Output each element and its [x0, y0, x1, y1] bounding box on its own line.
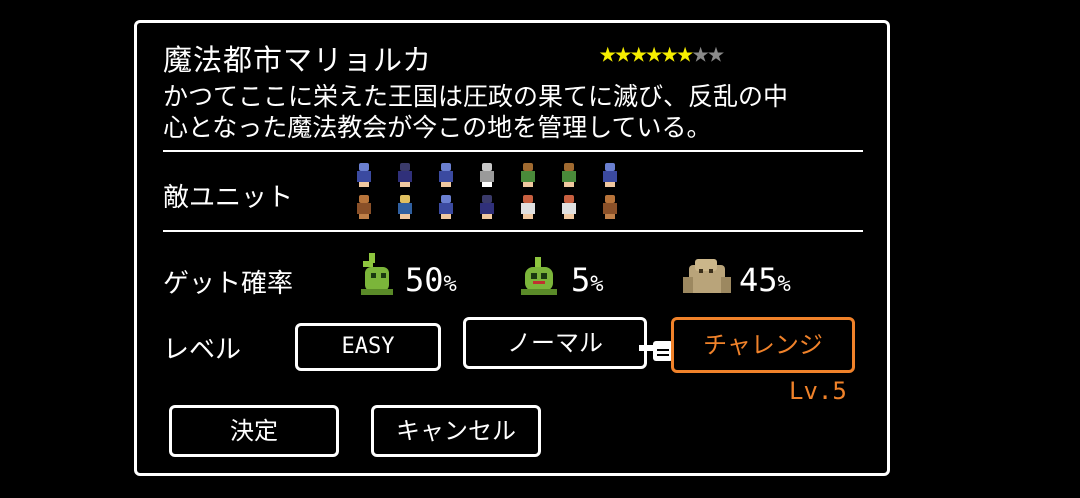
stage-description: かつてここに栄えた王国は圧政の果てに滅び、反乱の中 心となった魔法教会が今この地…	[163, 81, 873, 143]
star-filled-icon: ★	[629, 35, 648, 69]
knight-sprite	[478, 163, 496, 187]
green-slime-icon	[521, 257, 557, 295]
percent-unit: %	[590, 272, 604, 297]
rider-sprite	[396, 195, 414, 219]
drop-rate-value-2: 5%	[571, 261, 604, 299]
star-filled-icon: ★	[599, 35, 617, 69]
description-line-2: 心となった魔法教会が今この地を管理している。	[163, 113, 712, 142]
percent-unit: %	[777, 272, 791, 297]
percent-number: 50	[405, 261, 444, 299]
mage-sprite	[396, 163, 414, 187]
cleric-sprite	[519, 195, 537, 219]
challenge-button[interactable]: チャレンジ	[671, 317, 855, 373]
sorceress-sprite	[437, 195, 455, 219]
green-slime-plant-icon	[361, 253, 393, 295]
drop-rate-label: ゲット確率	[163, 269, 294, 299]
divider	[163, 230, 863, 232]
ranger-sprite	[519, 163, 537, 187]
sorceress-sprite	[437, 163, 455, 187]
difficulty-stars: ★★★★★★★★	[599, 35, 725, 69]
star-filled-icon: ★	[660, 35, 679, 69]
enemy-units-grid	[355, 163, 655, 227]
percent-number: 45	[739, 261, 778, 299]
stage-select-dialog: 魔法都市マリョルカ ★★★★★★★★ かつてここに栄えた王国は圧政の果てに滅び、…	[134, 20, 890, 476]
sorceress-sprite	[601, 163, 619, 187]
sorceress-sprite	[355, 163, 373, 187]
star-filled-icon: ★	[645, 35, 663, 69]
drop-rate-value-3: 45%	[739, 261, 791, 299]
confirm-button[interactable]: 決定	[169, 405, 339, 457]
star-filled-icon: ★	[676, 35, 694, 69]
level-label: レベル	[163, 335, 242, 365]
star-empty-icon: ★	[707, 35, 725, 69]
stage-title: 魔法都市マリョルカ	[163, 43, 433, 77]
ranger-sprite	[560, 163, 578, 187]
easy-button[interactable]: EASY	[295, 323, 441, 371]
hooded-sprite	[355, 195, 373, 219]
enemy-units-label: 敵ユニット	[163, 183, 294, 213]
drop-rate-value-1: 50%	[405, 261, 457, 299]
cleric-sprite	[560, 195, 578, 219]
selected-level: Lv.5	[789, 377, 847, 405]
star-filled-icon: ★	[614, 35, 632, 69]
normal-button[interactable]: ノーマル	[463, 317, 647, 369]
star-empty-icon: ★	[691, 35, 710, 69]
percent-unit: %	[443, 272, 457, 297]
percent-number: 5	[571, 261, 591, 299]
description-line-1: かつてここに栄えた王国は圧政の果てに滅び、反乱の中	[163, 82, 789, 111]
cancel-button[interactable]: キャンセル	[371, 405, 541, 457]
rock-golem-icon	[683, 259, 731, 293]
hooded-sprite	[601, 195, 619, 219]
mage-sprite	[478, 195, 496, 219]
divider	[163, 150, 863, 152]
